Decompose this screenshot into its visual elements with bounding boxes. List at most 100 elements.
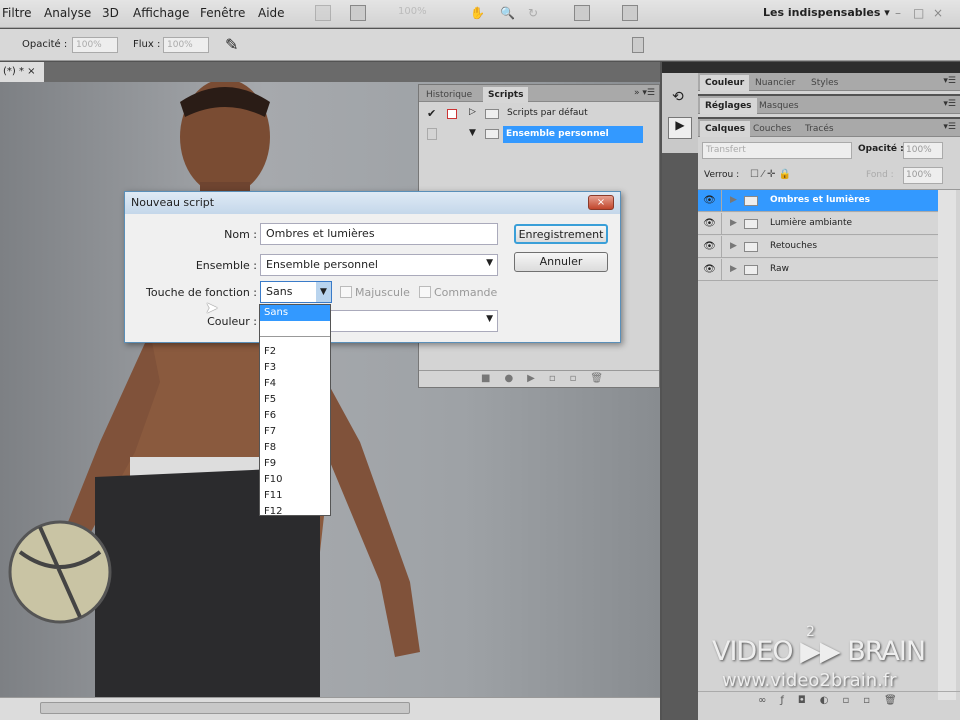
expand-icon[interactable]: ▶ (730, 195, 737, 205)
expand-icon[interactable]: ▶ (730, 218, 737, 228)
minimize-button[interactable]: – (895, 6, 901, 20)
tab-historique[interactable]: Historique (421, 87, 477, 103)
tab-scripts[interactable]: Scripts (483, 87, 529, 103)
zoom-level[interactable]: 100% (398, 6, 427, 17)
menu-aide[interactable]: Aide (258, 6, 285, 20)
name-input[interactable]: Ombres et lumières (260, 223, 498, 245)
menu-filtre[interactable]: Filtre (2, 6, 31, 20)
eye-icon[interactable]: 👁 (698, 259, 722, 281)
option-f2[interactable]: F2 (260, 344, 330, 360)
option-sans[interactable]: Sans (260, 305, 330, 321)
bridge-icon[interactable] (315, 5, 331, 21)
tab-masques[interactable]: Masques (754, 98, 804, 114)
function-key-select[interactable]: Sans ▼ (260, 281, 332, 303)
option-blank[interactable] (260, 321, 330, 337)
airbrush-icon[interactable]: ✎ (225, 35, 238, 54)
shift-label: Majuscule (355, 286, 410, 299)
function-key-value: Sans (266, 285, 293, 298)
flow-field[interactable]: 100% (163, 37, 209, 53)
eye-icon[interactable]: 👁 (698, 236, 722, 258)
option-f11[interactable]: F11 (260, 488, 330, 504)
tab-traces[interactable]: Tracés (800, 121, 839, 137)
hand-tool-icon[interactable]: ✋ (470, 6, 485, 20)
maximize-button[interactable]: □ (913, 6, 924, 20)
menu-fenetre[interactable]: Fenêtre (200, 6, 245, 20)
layer-name: Lumière ambiante (770, 218, 853, 228)
panel-menu-icon[interactable]: ▾☰ (943, 99, 956, 109)
chevron-down-icon[interactable]: ▼ (316, 282, 331, 302)
panel-menu-icon[interactable]: ▾☰ (943, 76, 956, 86)
layer-name: Retouches (770, 241, 818, 251)
panel-menu-icon[interactable]: ▾☰ (943, 122, 956, 132)
screen-mode-icon[interactable] (622, 5, 638, 21)
eye-icon[interactable]: 👁 (698, 190, 722, 212)
tab-styles[interactable]: Styles (806, 75, 843, 91)
zoom-tool-icon[interactable]: 🔍 (500, 6, 515, 20)
blend-mode-select[interactable]: Transfert (702, 142, 852, 159)
arrange-documents-icon[interactable] (574, 5, 590, 21)
tab-couleur[interactable]: Couleur (700, 75, 750, 91)
tab-nuancier[interactable]: Nuancier (750, 75, 800, 91)
folder-icon (744, 242, 758, 252)
folder-icon (485, 129, 499, 139)
view-extras-icon[interactable] (350, 5, 366, 21)
scripts-footer-icons[interactable]: ■●▶▫▫🗑 (419, 370, 659, 388)
chevron-down-icon: ▼ (486, 258, 493, 268)
lock-icons[interactable]: ☐ ⁄ ✛ 🔒 (750, 169, 791, 180)
option-f5[interactable]: F5 (260, 392, 330, 408)
shift-checkbox[interactable]: Majuscule (340, 286, 410, 299)
record-button[interactable]: Enregistrement (514, 224, 608, 244)
rotate-view-icon[interactable]: ↻ (528, 6, 538, 20)
script-set-personal[interactable]: Ensemble personnel (503, 126, 643, 143)
color-panel: Couleur Nuancier Styles ▾☰ (698, 73, 960, 94)
layer-row[interactable]: 👁 ▶ Retouches (698, 236, 938, 258)
scrollbar-thumb[interactable] (40, 702, 410, 714)
function-key-label: Touche de fonction : (146, 286, 257, 299)
tab-calques[interactable]: Calques (700, 121, 751, 137)
options-bar-right (660, 29, 960, 61)
menu-affichage[interactable]: Affichage (133, 6, 189, 20)
toggle-check-icon[interactable]: ✔ (427, 107, 436, 120)
cancel-button[interactable]: Annuler (514, 252, 608, 272)
option-f10[interactable]: F10 (260, 472, 330, 488)
layer-opacity-field[interactable]: 100% (903, 142, 943, 159)
history-icon[interactable]: ⟲ (672, 89, 684, 105)
fill-field[interactable]: 100% (903, 167, 943, 184)
layer-row[interactable]: 👁 ▶ Ombres et lumières (698, 190, 938, 212)
dialog-toggle-icon[interactable] (447, 109, 457, 119)
layer-row[interactable]: 👁 ▶ Raw (698, 259, 938, 281)
layer-name: Raw (770, 264, 789, 274)
workspace-switcher[interactable]: Les indispensables ▾ (763, 6, 890, 19)
option-f4[interactable]: F4 (260, 376, 330, 392)
layers-footer-icons[interactable]: ∞ƒ◘◐▫▫🗑 (698, 691, 960, 711)
tab-couches[interactable]: Couches (748, 121, 796, 137)
tablet-pressure-icon[interactable] (632, 37, 644, 53)
script-set-default[interactable]: Scripts par défaut (507, 108, 588, 118)
expand-icon[interactable]: ▶ (730, 264, 737, 274)
dialog-close-button[interactable]: × (588, 195, 614, 210)
option-f7[interactable]: F7 (260, 424, 330, 440)
panel-dock-header[interactable] (662, 62, 960, 73)
close-button[interactable]: × (933, 6, 943, 20)
option-f12[interactable]: F12 (260, 504, 330, 520)
toggle-check-empty[interactable] (427, 128, 437, 140)
tab-reglages[interactable]: Réglages (700, 98, 757, 114)
option-f3[interactable]: F3 (260, 360, 330, 376)
option-f8[interactable]: F8 (260, 440, 330, 456)
collapse-icon[interactable]: ▼ (469, 128, 476, 138)
expand-icon[interactable]: ▶ (730, 241, 737, 251)
expand-icon[interactable]: ▷ (469, 107, 476, 117)
panel-menu-icon[interactable]: » ▾☰ (634, 88, 655, 98)
option-f6[interactable]: F6 (260, 408, 330, 424)
layer-row[interactable]: 👁 ▶ Lumière ambiante (698, 213, 938, 235)
option-f9[interactable]: F9 (260, 456, 330, 472)
menu-3d[interactable]: 3D (102, 6, 119, 20)
actions-icon[interactable]: ▶ (668, 117, 692, 139)
document-tab[interactable]: (*) * × (0, 62, 44, 82)
menu-analyse[interactable]: Analyse (44, 6, 91, 20)
set-select[interactable]: Ensemble personnel ▼ (260, 254, 498, 276)
opacity-field[interactable]: 100% (72, 37, 118, 53)
command-checkbox[interactable]: Commande (419, 286, 497, 299)
layers-scrollbar[interactable] (938, 190, 956, 700)
eye-icon[interactable]: 👁 (698, 213, 722, 235)
